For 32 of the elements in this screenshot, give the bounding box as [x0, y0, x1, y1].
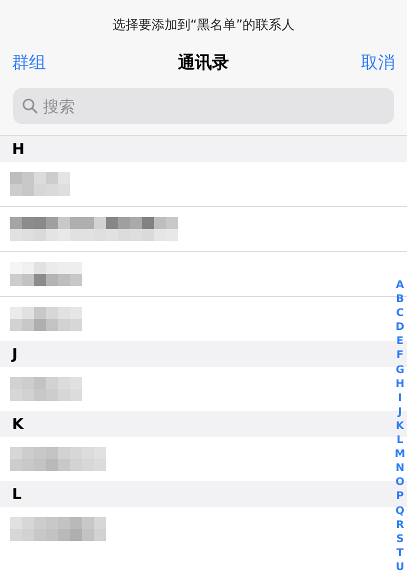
- index-letter[interactable]: F: [396, 348, 404, 363]
- prompt-text: 选择要添加到“黑名单”的联系人: [0, 0, 407, 40]
- index-letter[interactable]: P: [396, 489, 404, 504]
- index-letter[interactable]: B: [396, 292, 404, 306]
- index-letter[interactable]: T: [396, 546, 404, 560]
- nav-title: 通讯录: [178, 52, 229, 74]
- index-letter[interactable]: G: [396, 362, 404, 377]
- index-letter[interactable]: N: [396, 461, 404, 476]
- search-field[interactable]: 搜索: [13, 88, 394, 124]
- index-letter[interactable]: D: [396, 320, 404, 334]
- index-letter[interactable]: A: [396, 278, 404, 292]
- pixelated-name-drawing: [10, 377, 82, 401]
- pixelated-name-drawing: [10, 172, 70, 196]
- index-letter[interactable]: M: [394, 447, 406, 462]
- index-letter[interactable]: L: [396, 433, 404, 448]
- index-letter[interactable]: K: [396, 418, 404, 434]
- index-letter[interactable]: E: [396, 334, 404, 348]
- groups-button[interactable]: 群组: [12, 50, 46, 74]
- index-letter[interactable]: Q: [396, 504, 404, 518]
- index-letter[interactable]: U: [396, 560, 404, 574]
- section-header: H: [0, 136, 407, 162]
- index-letter[interactable]: O: [396, 475, 404, 490]
- search-icon: [22, 98, 38, 114]
- cancel-button[interactable]: 取消: [361, 50, 395, 74]
- index-letter[interactable]: C: [396, 306, 404, 320]
- index-letter[interactable]: J: [398, 404, 402, 419]
- index-letter[interactable]: H: [396, 376, 404, 391]
- index-letter[interactable]: I: [398, 390, 402, 405]
- index-letter[interactable]: R: [396, 518, 404, 532]
- index-letter[interactable]: S: [396, 532, 404, 546]
- pixelated-name-drawing: [10, 307, 82, 331]
- pixelated-name-drawing: [10, 262, 82, 286]
